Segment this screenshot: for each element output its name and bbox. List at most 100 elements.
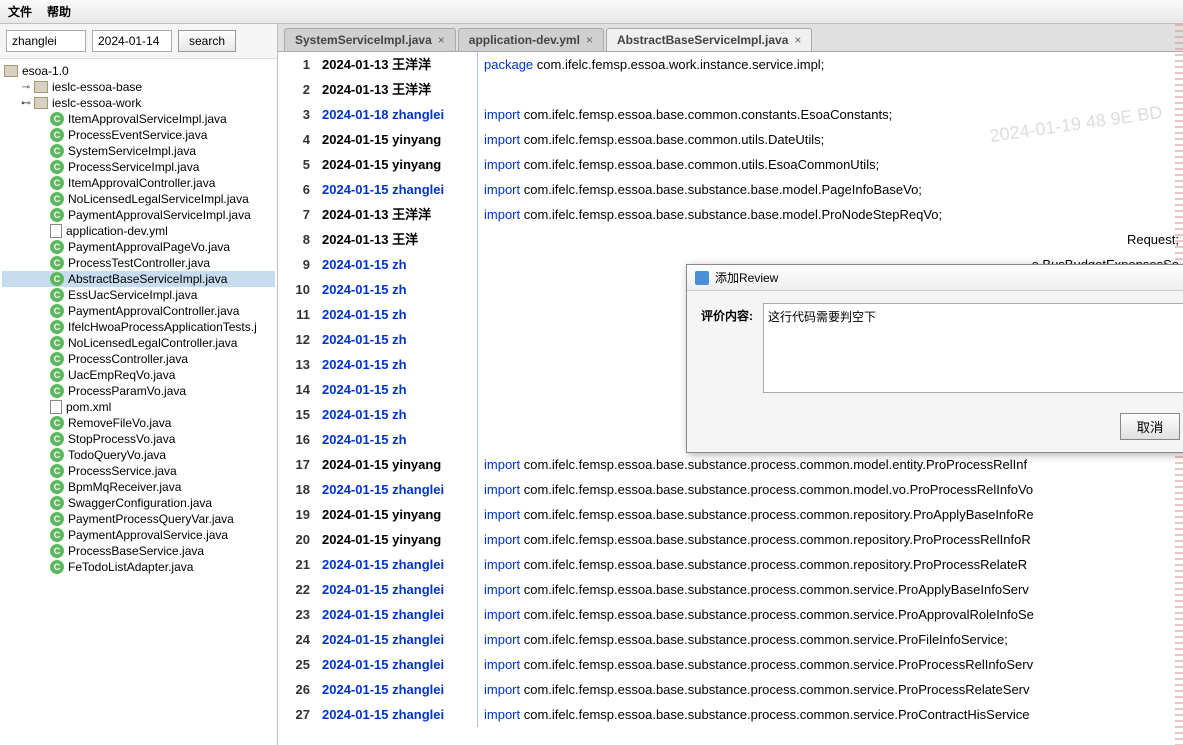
tree-file[interactable]: CRemoveFileVo.java [2, 415, 275, 431]
tree-file-label: IfelcHwoaProcessApplicationTests.j [68, 320, 257, 334]
editor-tabs: SystemServiceImpl.java×application-dev.y… [278, 24, 1183, 52]
search-date-input[interactable] [92, 30, 172, 52]
tree-toggle-icon[interactable]: ⊷ [20, 97, 32, 109]
tree-file[interactable]: CNoLicensedLegalServiceImpl.java [2, 191, 275, 207]
class-icon: C [50, 432, 64, 446]
tree-file[interactable]: CTodoQueryVo.java [2, 447, 275, 463]
editor-tab[interactable]: application-dev.yml× [458, 28, 604, 51]
code-line[interactable]: 12024-01-13 王洋洋package com.ifelc.femsp.e… [278, 52, 1183, 77]
blame-author: 2024-01-18 zhanglei [318, 102, 478, 127]
tree-file[interactable]: CProcessParamVo.java [2, 383, 275, 399]
code-line[interactable]: 42024-01-15 yinyangimport com.ifelc.fems… [278, 127, 1183, 152]
code-line[interactable]: 252024-01-15 zhangleiimport com.ifelc.fe… [278, 652, 1183, 677]
tree-folder[interactable]: ⊸ieslc-essoa-base [2, 79, 275, 95]
menu-help[interactable]: 帮助 [47, 3, 71, 20]
line-number: 19 [278, 502, 318, 527]
tree-file[interactable]: CProcessTestController.java [2, 255, 275, 271]
code-line[interactable]: 192024-01-15 yinyangimport com.ifelc.fem… [278, 502, 1183, 527]
blame-author: 2024-01-15 zhanglei [318, 602, 478, 627]
code-text: import com.ifelc.femsp.essoa.base.substa… [478, 527, 1183, 552]
line-number: 6 [278, 177, 318, 202]
tree-folder[interactable]: ⊷ieslc-essoa-work [2, 95, 275, 111]
tree-file[interactable]: CPaymentApprovalController.java [2, 303, 275, 319]
tree-file[interactable]: CPaymentProcessQueryVar.java [2, 511, 275, 527]
code-text: package com.ifelc.femsp.essoa.work.insta… [478, 52, 1183, 77]
tree-file-label: PaymentApprovalService.java [68, 528, 228, 542]
tree-file-label: SwaggerConfiguration.java [68, 496, 212, 510]
cancel-button[interactable]: 取消 [1120, 413, 1181, 440]
menu-file[interactable]: 文件 [8, 3, 32, 20]
blame-author: 2024-01-15 yinyang [318, 127, 478, 152]
tab-close-icon[interactable]: × [586, 33, 593, 47]
search-button[interactable]: search [178, 30, 236, 52]
tree-file[interactable]: CStopProcessVo.java [2, 431, 275, 447]
tree-file[interactable]: CBpmMqReceiver.java [2, 479, 275, 495]
code-line[interactable]: 32024-01-18 zhangleiimport com.ifelc.fem… [278, 102, 1183, 127]
code-line[interactable]: 242024-01-15 zhangleiimport com.ifelc.fe… [278, 627, 1183, 652]
tree-file[interactable]: CSystemServiceImpl.java [2, 143, 275, 159]
class-icon: C [50, 528, 64, 542]
code-line[interactable]: 82024-01-13 王洋Request; [278, 227, 1183, 252]
tab-label: AbstractBaseServiceImpl.java [617, 33, 788, 47]
tree-file[interactable]: CSwaggerConfiguration.java [2, 495, 275, 511]
line-number: 22 [278, 577, 318, 602]
tree-root[interactable]: esoa-1.0 [2, 63, 275, 79]
editor-tab[interactable]: AbstractBaseServiceImpl.java × [606, 28, 812, 51]
tree-file-label: TodoQueryVo.java [68, 448, 166, 462]
folder-icon [4, 65, 18, 77]
code-line[interactable]: 262024-01-15 zhangleiimport com.ifelc.fe… [278, 677, 1183, 702]
tab-close-icon[interactable]: × [794, 33, 801, 47]
blame-author: 2024-01-15 zhanglei [318, 627, 478, 652]
tree-file-label: ProcessServiceImpl.java [68, 160, 199, 174]
line-number: 11 [278, 302, 318, 327]
tree-file[interactable]: CFeTodoListAdapter.java [2, 559, 275, 575]
editor-tab[interactable]: SystemServiceImpl.java× [284, 28, 456, 51]
tree-file[interactable]: CProcessService.java [2, 463, 275, 479]
class-icon: C [50, 320, 64, 334]
line-number: 10 [278, 277, 318, 302]
code-line[interactable]: 232024-01-15 zhangleiimport com.ifelc.fe… [278, 602, 1183, 627]
tree-file[interactable]: CItemApprovalServiceImpl.java [2, 111, 275, 127]
tree-file[interactable]: C IfelcHwoaProcessApplicationTests.j [2, 319, 275, 335]
review-content-textarea[interactable] [763, 303, 1183, 393]
tree-file[interactable]: CPaymentApprovalPageVo.java [2, 239, 275, 255]
tree-file-label: PaymentApprovalServiceImpl.java [68, 208, 251, 222]
tree-file[interactable]: CItemApprovalController.java [2, 175, 275, 191]
class-icon: C [50, 272, 64, 286]
code-line[interactable]: 72024-01-13 王洋洋import com.ifelc.femsp.es… [278, 202, 1183, 227]
editor-panel: SystemServiceImpl.java×application-dev.y… [278, 24, 1183, 745]
code-text: import com.ifelc.femsp.essoa.base.substa… [478, 652, 1183, 677]
tree-file[interactable]: CAbstractBaseServiceImpl.java [2, 271, 275, 287]
tree-file[interactable]: CProcessBaseService.java [2, 543, 275, 559]
tree-file[interactable]: CNoLicensedLegalController.java [2, 335, 275, 351]
blame-author: 2024-01-13 王洋洋 [318, 77, 478, 102]
tree-file-label: PaymentApprovalController.java [68, 304, 239, 318]
add-review-dialog: 添加Review ✕ 评价内容: 取消 确定 [686, 264, 1183, 453]
code-text: import com.ifelc.femsp.essoa.base.common… [478, 127, 1183, 152]
tree-file[interactable]: CProcessServiceImpl.java [2, 159, 275, 175]
search-user-input[interactable] [6, 30, 86, 52]
tree-file[interactable]: CPaymentApprovalServiceImpl.java [2, 207, 275, 223]
tree-file[interactable]: CProcessController.java [2, 351, 275, 367]
code-line[interactable]: 182024-01-15 zhangleiimport com.ifelc.fe… [278, 477, 1183, 502]
code-line[interactable]: 22024-01-13 王洋洋 [278, 77, 1183, 102]
code-line[interactable]: 272024-01-15 zhangleiimport com.ifelc.fe… [278, 702, 1183, 727]
tree-toggle-icon[interactable]: ⊸ [20, 81, 32, 93]
code-line[interactable]: 172024-01-15 yinyangimport com.ifelc.fem… [278, 452, 1183, 477]
tree-file[interactable]: CEssUacServiceImpl.java [2, 287, 275, 303]
tree-file[interactable]: CProcessEventService.java [2, 127, 275, 143]
code-line[interactable]: 222024-01-15 zhangleiimport com.ifelc.fe… [278, 577, 1183, 602]
code-line[interactable]: 212024-01-15 zhangleiimport com.ifelc.fe… [278, 552, 1183, 577]
code-line[interactable]: 202024-01-15 yinyangimport com.ifelc.fem… [278, 527, 1183, 552]
tree-file[interactable]: CUacEmpReqVo.java [2, 367, 275, 383]
code-line[interactable]: 52024-01-15 yinyangimport com.ifelc.fems… [278, 152, 1183, 177]
tab-close-icon[interactable]: × [438, 33, 445, 47]
tree-file[interactable]: C PaymentApprovalService.java [2, 527, 275, 543]
line-number: 17 [278, 452, 318, 477]
blame-author: 2024-01-15 zh [318, 327, 478, 352]
tree-file[interactable]: pom.xml [2, 399, 275, 415]
blame-author: 2024-01-15 zh [318, 402, 478, 427]
blame-author: 2024-01-15 zh [318, 252, 478, 277]
code-line[interactable]: 62024-01-15 zhangleiimport com.ifelc.fem… [278, 177, 1183, 202]
tree-file[interactable]: application-dev.yml [2, 223, 275, 239]
